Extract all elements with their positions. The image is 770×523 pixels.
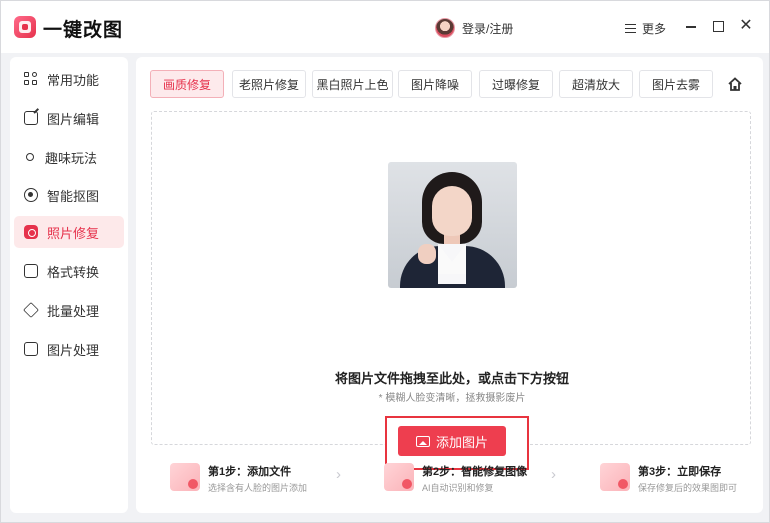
step-title: 第1步：添加文件 xyxy=(208,466,292,478)
drop-zone[interactable]: 将图片文件拖拽至此处，或点击下方按钮 * 模糊人脸变清晰，拯救摄影废片 添加图片 xyxy=(151,111,751,470)
menu-icon xyxy=(625,23,636,34)
main-panel: 画质修复 老照片修复 黑白照片上色 图片降噪 过曝修复 超清放大 图片去雾 将图… xyxy=(136,57,763,513)
avatar-icon xyxy=(435,18,455,38)
add-image-label: 添加图片 xyxy=(435,434,488,450)
tab-super-resolution[interactable]: 超清放大 xyxy=(559,70,633,98)
sidebar-item-label: 常用功能 xyxy=(47,72,100,88)
sample-portrait-image xyxy=(388,162,517,288)
sidebar-item-image-edit[interactable]: 图片编辑 xyxy=(14,102,124,134)
edit-icon xyxy=(24,111,38,125)
maximize-icon[interactable] xyxy=(709,17,727,35)
photo-repair-icon xyxy=(24,225,38,239)
title-bar: 一键改图 登录/注册 更多 ✕ xyxy=(1,1,769,53)
tab-colorize[interactable]: 黑白照片上色 xyxy=(312,70,393,98)
tab-dehaze[interactable]: 图片去雾 xyxy=(639,70,713,98)
target-icon xyxy=(24,188,38,202)
add-file-icon xyxy=(170,463,200,491)
sidebar-item-label: 趣味玩法 xyxy=(45,150,98,166)
sidebar-item-batch[interactable]: 批量处理 xyxy=(14,294,124,326)
sidebar-item-photo-repair[interactable]: 照片修复 xyxy=(14,216,124,248)
sidebar-item-label: 图片编辑 xyxy=(47,111,100,127)
tab-quality-repair[interactable]: 画质修复 xyxy=(150,70,224,98)
sidebar-item-cutout[interactable]: 智能抠图 xyxy=(14,179,124,211)
ai-repair-icon xyxy=(384,463,414,491)
layers-icon xyxy=(23,302,39,318)
step-desc: 选择含有人脸的图片添加 xyxy=(208,483,308,493)
sidebar-item-common[interactable]: 常用功能 xyxy=(14,63,124,95)
image-icon xyxy=(415,435,430,447)
app-window: 一键改图 登录/注册 更多 ✕ 常用功能 图片编辑 趣味玩法 智能抠图 照片修复… xyxy=(0,0,770,523)
sidebar-item-label: 批量处理 xyxy=(47,303,100,319)
login-label: 登录/注册 xyxy=(462,21,514,36)
sidebar-item-image-process[interactable]: 图片处理 xyxy=(14,333,124,365)
sidebar-item-format-convert[interactable]: 格式转换 xyxy=(14,255,124,287)
minimize-icon[interactable] xyxy=(682,17,700,35)
tab-denoise[interactable]: 图片降噪 xyxy=(398,70,472,98)
login-button[interactable]: 登录/注册 xyxy=(435,18,513,38)
step-title: 第3步：立即保存 xyxy=(638,466,722,478)
save-icon xyxy=(600,463,630,491)
app-logo-icon xyxy=(14,16,36,38)
step-desc: AI自动识别和修复 xyxy=(422,483,494,493)
image-process-icon xyxy=(24,342,38,356)
tab-old-photo-repair[interactable]: 老照片修复 xyxy=(232,70,306,98)
drop-zone-subtitle: * 模糊人脸变清晰，拯救摄影废片 xyxy=(378,393,526,404)
step-title: 第2步：智能修复图像 xyxy=(422,466,528,478)
tab-overexposure-repair[interactable]: 过曝修复 xyxy=(479,70,553,98)
grid-icon xyxy=(24,72,38,86)
add-image-button[interactable]: 添加图片 xyxy=(398,426,506,456)
home-icon[interactable] xyxy=(727,76,743,92)
convert-icon xyxy=(24,264,38,278)
step-desc: 保存修复后的效果图即可 xyxy=(638,483,738,493)
app-title: 一键改图 xyxy=(43,20,124,41)
sidebar-item-label: 智能抠图 xyxy=(47,188,100,204)
more-menu-button[interactable]: 更多 xyxy=(625,20,666,37)
chevron-right-icon: › xyxy=(336,466,341,483)
chevron-right-icon: › xyxy=(551,466,556,483)
magic-icon xyxy=(26,153,34,161)
drop-zone-title: 将图片文件拖拽至此处，或点击下方按钮 xyxy=(334,371,569,386)
sidebar-item-fun[interactable]: 趣味玩法 xyxy=(14,141,124,173)
sidebar-item-label: 图片处理 xyxy=(47,342,100,358)
sidebar: 常用功能 图片编辑 趣味玩法 智能抠图 照片修复 格式转换 批量处理 图片处理 xyxy=(10,57,128,513)
sidebar-item-label: 照片修复 xyxy=(47,225,100,241)
sidebar-item-label: 格式转换 xyxy=(47,264,100,280)
close-icon[interactable]: ✕ xyxy=(737,17,755,35)
more-label: 更多 xyxy=(642,22,667,36)
